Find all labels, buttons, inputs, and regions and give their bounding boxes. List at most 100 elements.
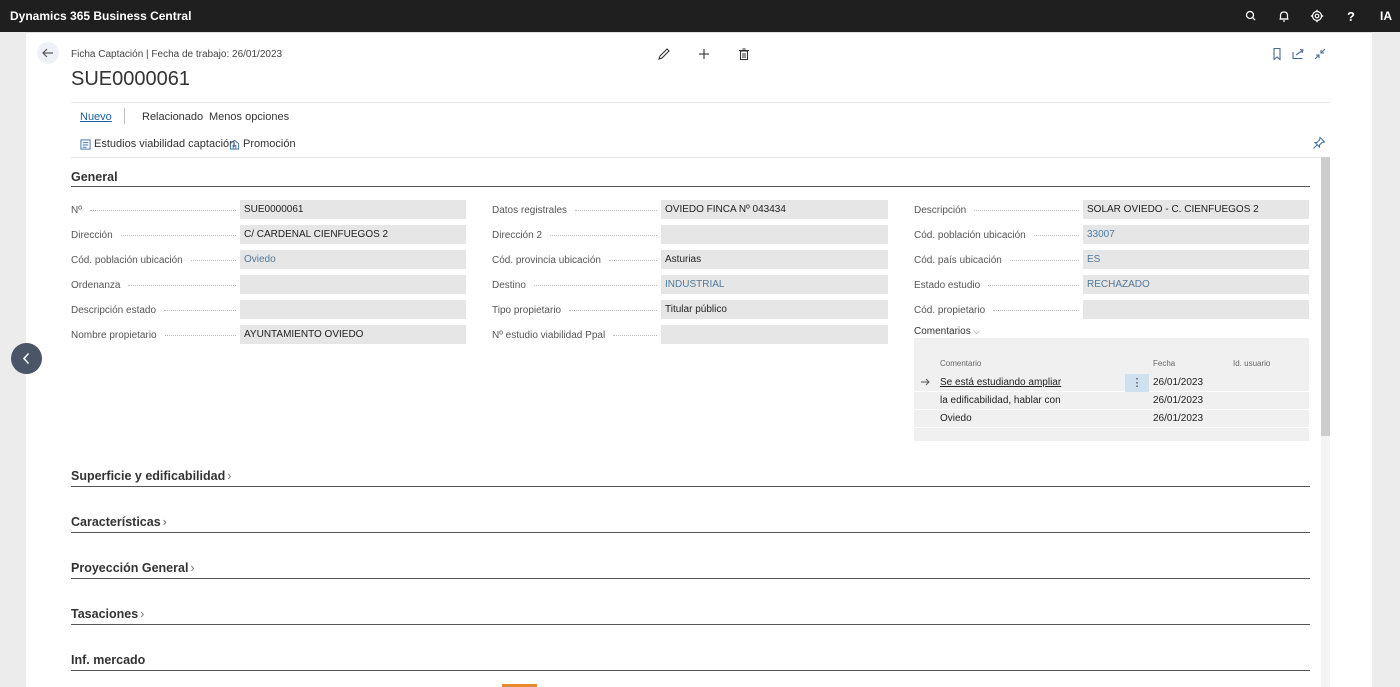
row-menu-button[interactable]: ⋮: [1125, 374, 1149, 392]
share-icon[interactable]: [1290, 46, 1306, 62]
field-value[interactable]: [661, 225, 888, 244]
section-divider: [71, 186, 1310, 187]
field-value[interactable]: 33007: [1083, 225, 1309, 244]
field-value[interactable]: C/ CARDENAL CIENFUEGOS 2: [240, 225, 466, 244]
back-button[interactable]: [37, 42, 59, 64]
field-leader-dots: [128, 285, 236, 286]
action-promocion[interactable]: Promoción: [229, 138, 296, 150]
header-separator: [71, 102, 1330, 103]
field-label: Cód. propietario: [914, 305, 986, 316]
bookmark-icon[interactable]: [1269, 46, 1285, 62]
section-label: Superficie y edificabilidad: [71, 469, 226, 483]
section-divider: [71, 578, 1310, 579]
help-icon[interactable]: ?: [1343, 8, 1359, 24]
top-bar: Dynamics 365 Business Central ? IA: [0, 0, 1400, 32]
user-avatar[interactable]: IA: [1376, 6, 1396, 26]
comment-date: 26/01/2023: [1153, 413, 1204, 424]
tab-nuevo[interactable]: Nuevo: [80, 111, 112, 123]
field-leader-dots: [164, 310, 236, 311]
field-label: Cód. población ubicación: [71, 255, 183, 266]
field-value[interactable]: ES: [1083, 250, 1309, 269]
field-label: Cód. provincia ubicación: [492, 255, 601, 266]
tab-menos-opciones[interactable]: Menos opciones: [209, 111, 289, 123]
field-value[interactable]: [240, 275, 466, 294]
field-label: Nombre propietario: [71, 330, 157, 341]
field-leader-dots: [550, 235, 657, 236]
arrow-right-icon: [921, 378, 930, 386]
action-label: Estudios viabilidad captación: [94, 138, 236, 150]
page-title: SUE0000061: [71, 68, 190, 90]
section-proyeccion-title[interactable]: Proyección General ›: [71, 561, 195, 575]
field-leader-dots: [993, 310, 1079, 311]
field-value[interactable]: Titular público: [661, 300, 888, 319]
section-caracteristicas-title[interactable]: Características ›: [71, 515, 167, 529]
field-leader-dots: [575, 210, 657, 211]
bell-icon[interactable]: [1276, 8, 1292, 24]
edit-icon[interactable]: [656, 46, 672, 62]
field-value[interactable]: SOLAR OVIEDO - C. CIENFUEGOS 2: [1083, 200, 1309, 219]
chevron-right-icon: ›: [227, 469, 232, 483]
field-leader-dots: [609, 260, 657, 261]
search-icon[interactable]: [1243, 8, 1259, 24]
comment-row[interactable]: Oviedo 26/01/2023: [914, 410, 1309, 428]
field-label: Nº: [71, 205, 82, 216]
section-general-title[interactable]: General: [71, 170, 118, 184]
section-label: Características: [71, 515, 161, 529]
field-label: Destino: [492, 280, 526, 291]
field-leader-dots: [988, 285, 1079, 286]
section-inf-mercado-title[interactable]: Inf. mercado: [71, 653, 145, 667]
comments-toggle[interactable]: Comentarios ⌵: [914, 326, 980, 337]
field-leader-dots: [90, 210, 236, 211]
action-label: Promoción: [243, 138, 296, 150]
chevron-left-icon: [22, 352, 30, 365]
collapse-icon[interactable]: [1312, 46, 1328, 62]
field-label: Descripción estado: [71, 305, 157, 316]
section-superficie-title[interactable]: Superficie y edificabilidad ›: [71, 469, 231, 483]
section-divider: [71, 670, 1310, 671]
field-leader-dots: [534, 285, 657, 286]
field-label: Descripción: [914, 205, 967, 216]
section-label: Proyección General: [71, 561, 189, 575]
col-header-comment[interactable]: Comentario: [940, 359, 981, 368]
chevron-right-icon: ›: [162, 515, 167, 529]
field-value[interactable]: [661, 325, 888, 344]
col-header-user[interactable]: Id. usuario: [1233, 359, 1270, 368]
app-title[interactable]: Dynamics 365 Business Central: [10, 9, 191, 23]
delete-icon[interactable]: [736, 46, 752, 62]
section-tasaciones-title[interactable]: Tasaciones ›: [71, 607, 144, 621]
side-nav-button[interactable]: [11, 343, 42, 374]
field-label: Cód. país ubicación: [914, 255, 1002, 266]
pin-icon[interactable]: [1312, 136, 1326, 150]
field-label: Nº estudio viabilidad Ppal: [492, 330, 606, 341]
comment-row[interactable]: Se está estudiando ampliar ⋮ 26/01/2023: [914, 374, 1309, 392]
content-separator: [71, 157, 1330, 158]
field-label: Datos registrales: [492, 205, 568, 216]
add-icon[interactable]: [696, 46, 712, 62]
field-leader-dots: [165, 335, 236, 336]
field-value[interactable]: SUE0000061: [240, 200, 466, 219]
comment-text[interactable]: Se está estudiando ampliar: [940, 377, 1061, 388]
field-value[interactable]: Oviedo: [240, 250, 466, 269]
tab-relacionado[interactable]: Relacionado: [142, 111, 203, 123]
field-leader-dots: [1034, 235, 1079, 236]
gear-icon[interactable]: [1309, 8, 1325, 24]
field-value[interactable]: OVIEDO FINCA Nº 043434: [661, 200, 888, 219]
action-estudios-viabilidad[interactable]: Estudios viabilidad captación: [80, 138, 235, 150]
field-leader-dots: [1010, 260, 1079, 261]
arrow-left-icon: [42, 48, 53, 58]
field-value[interactable]: INDUSTRIAL: [661, 275, 888, 294]
field-label: Cód. población ubicación: [914, 230, 1026, 241]
col-header-date[interactable]: Fecha: [1153, 359, 1175, 368]
field-label: Estado estudio: [914, 280, 981, 291]
scrollbar-thumb[interactable]: [1321, 157, 1330, 436]
chevron-right-icon: ›: [140, 607, 145, 621]
comment-date: 26/01/2023: [1153, 377, 1204, 388]
field-value[interactable]: RECHAZADO: [1083, 275, 1309, 294]
field-value[interactable]: [1083, 300, 1309, 319]
comment-row[interactable]: la edificabilidad, hablar con 26/01/2023: [914, 392, 1309, 410]
field-label: Dirección: [71, 230, 113, 241]
field-value[interactable]: Asturias: [661, 250, 888, 269]
section-divider: [71, 532, 1310, 533]
field-value[interactable]: [240, 300, 466, 319]
field-value[interactable]: AYUNTAMIENTO OVIEDO: [240, 325, 466, 344]
